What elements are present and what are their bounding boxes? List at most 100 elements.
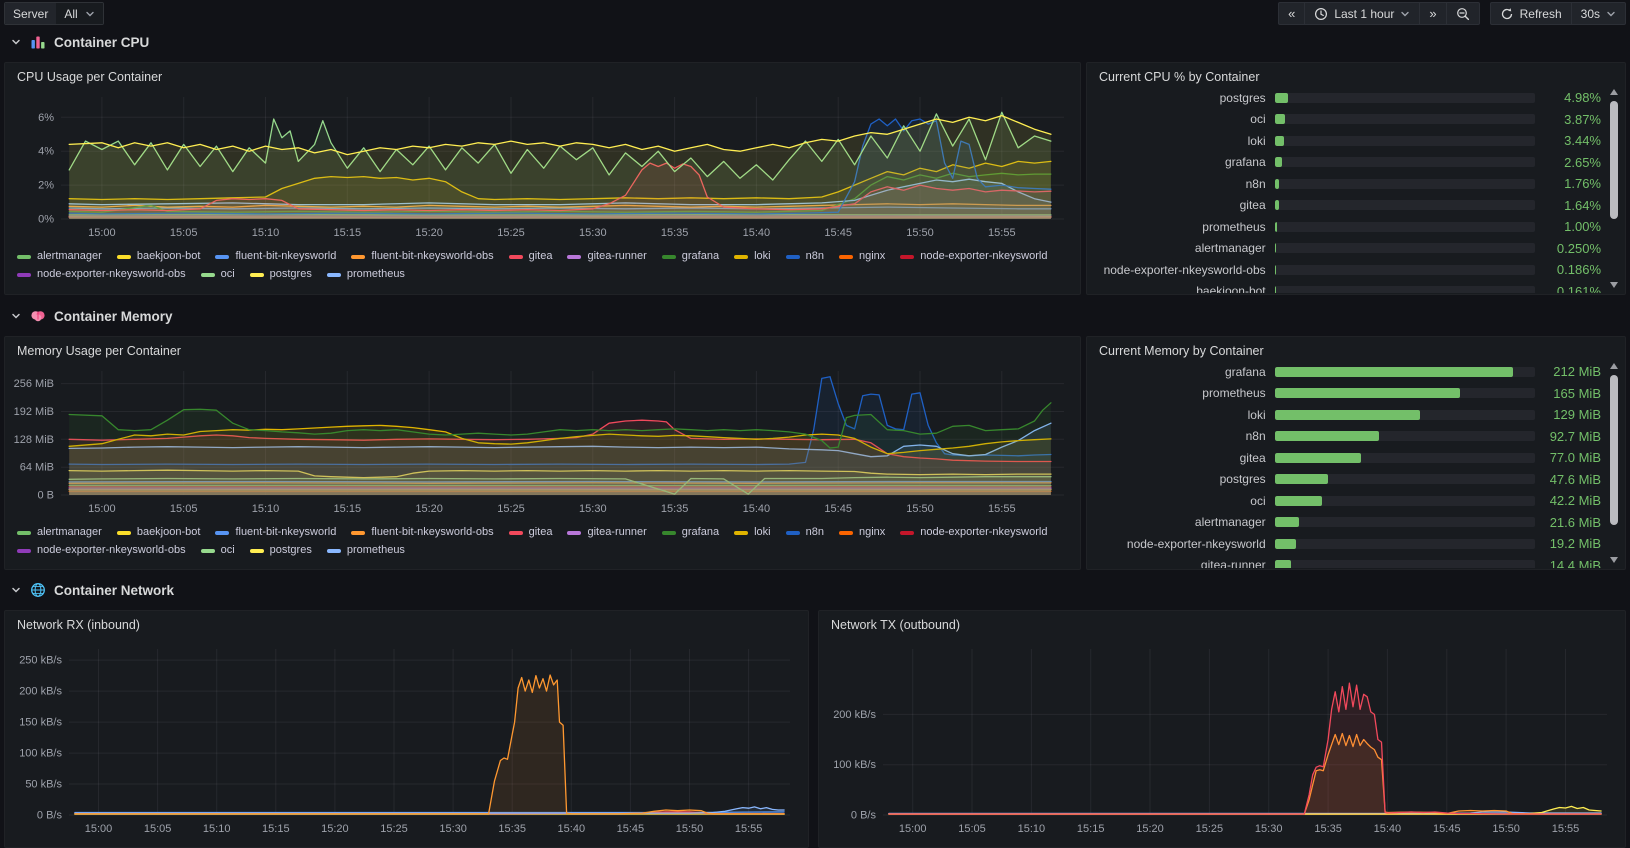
legend-item-oci[interactable]: oci <box>201 543 235 558</box>
x-tick-label: 15:10 <box>203 823 231 835</box>
legend-item-fluent-bit-nkeysworld[interactable]: fluent-bit-nkeysworld <box>215 249 336 264</box>
legend-item-node-exporter-nkeysworld-obs[interactable]: node-exporter-nkeysworld-obs <box>17 543 186 558</box>
panel-title-network-tx[interactable]: Network TX (outbound) <box>831 618 960 632</box>
y-tick-label: 128 MiB <box>14 434 54 446</box>
gauge-row-alertmanager: alertmanager21.6 MiB <box>1095 512 1601 534</box>
time-shift-forward-button[interactable]: » <box>1419 2 1445 25</box>
panel-title-cpu-usage[interactable]: CPU Usage per Container <box>17 70 162 84</box>
x-tick-label: 15:45 <box>1433 823 1461 835</box>
scrollbar-thumb[interactable] <box>1610 101 1618 219</box>
legend-item-baekjoon-bot[interactable]: baekjoon-bot <box>117 249 201 264</box>
gauge-value: 14.4 MiB <box>1545 558 1601 568</box>
row-header-container-network[interactable]: Container Network <box>4 581 174 599</box>
panel-title-memory-gauge[interactable]: Current Memory by Container <box>1099 344 1264 358</box>
legend-item-nginx[interactable]: nginx <box>839 525 885 540</box>
server-variable-control[interactable]: Server All <box>4 2 104 25</box>
row-header-container-cpu[interactable]: Container CPU <box>4 33 149 51</box>
refresh-button[interactable]: Refresh <box>1490 2 1571 25</box>
legend-series-label: oci <box>221 267 235 282</box>
scroll-up-icon[interactable] <box>1610 363 1618 369</box>
legend-item-postgres[interactable]: postgres <box>250 543 312 558</box>
legend-item-grafana[interactable]: grafana <box>662 249 719 264</box>
legend-item-node-exporter-nkeysworld[interactable]: node-exporter-nkeysworld <box>900 525 1047 540</box>
gauge-row-label: n8n <box>1095 429 1266 443</box>
memory-gauge-scrollbar[interactable] <box>1608 363 1620 563</box>
scroll-up-icon[interactable] <box>1610 89 1618 95</box>
legend-item-node-exporter-nkeysworld-obs[interactable]: node-exporter-nkeysworld-obs <box>17 267 186 282</box>
clock-icon <box>1314 7 1328 21</box>
legend-item-loki[interactable]: loki <box>734 249 771 264</box>
zoom-out-time-button[interactable] <box>1446 2 1480 25</box>
legend-item-nginx[interactable]: nginx <box>839 249 885 264</box>
panel-title-network-rx[interactable]: Network RX (inbound) <box>17 618 140 632</box>
legend-item-gitea[interactable]: gitea <box>509 249 553 264</box>
gauge-row-label: grafana <box>1095 155 1266 169</box>
legend-item-fluent-bit-nkeysworld-obs[interactable]: fluent-bit-nkeysworld-obs <box>351 249 493 264</box>
cpu-gauge-rows: postgres4.98%oci3.87%loki3.44%grafana2.6… <box>1095 87 1601 293</box>
legend-series-swatch <box>509 255 523 259</box>
gauge-fill <box>1275 431 1379 441</box>
cpu-usage-chart[interactable]: 15:0015:0515:1015:1515:2015:2515:3015:35… <box>11 91 1074 243</box>
legend-item-gitea[interactable]: gitea <box>509 525 553 540</box>
panel-title-memory-usage[interactable]: Memory Usage per Container <box>17 344 181 358</box>
legend-item-prometheus[interactable]: prometheus <box>327 267 405 282</box>
gauge-fill <box>1275 517 1299 527</box>
legend-item-alertmanager[interactable]: alertmanager <box>17 525 102 540</box>
server-variable-dropdown[interactable]: All <box>56 3 102 24</box>
time-range-picker-button[interactable]: Last 1 hour <box>1304 2 1419 25</box>
legend-series-swatch <box>327 549 341 553</box>
gauge-row-node-exporter-nkeysworld: node-exporter-nkeysworld19.2 MiB <box>1095 533 1601 555</box>
double-right-arrow-icon: » <box>1429 7 1436 20</box>
cpu-gauge-scrollbar[interactable] <box>1608 89 1620 288</box>
network-tx-chart[interactable]: 15:0015:0515:1015:1515:2015:2515:3015:35… <box>825 641 1619 841</box>
legend-item-gitea-runner[interactable]: gitea-runner <box>567 249 646 264</box>
refresh-interval-dropdown[interactable]: 30s <box>1571 2 1626 25</box>
gauge-fill <box>1275 136 1284 146</box>
gauge-track <box>1275 410 1536 420</box>
legend-series-swatch <box>786 255 800 259</box>
x-tick-label: 15:05 <box>170 227 198 239</box>
y-tick-label: 64 MiB <box>20 462 54 474</box>
time-shift-back-button[interactable]: « <box>1278 2 1304 25</box>
legend-item-oci[interactable]: oci <box>201 267 235 282</box>
legend-item-fluent-bit-nkeysworld[interactable]: fluent-bit-nkeysworld <box>215 525 336 540</box>
x-tick-label: 15:05 <box>144 823 172 835</box>
legend-item-alertmanager[interactable]: alertmanager <box>17 249 102 264</box>
scrollbar-thumb[interactable] <box>1610 375 1618 525</box>
network-rx-chart[interactable]: 15:0015:0515:1015:1515:2015:2515:3015:35… <box>11 641 802 841</box>
legend-item-fluent-bit-nkeysworld-obs[interactable]: fluent-bit-nkeysworld-obs <box>351 525 493 540</box>
legend-item-baekjoon-bot[interactable]: baekjoon-bot <box>117 525 201 540</box>
gauge-row-grafana: grafana212 MiB <box>1095 361 1601 383</box>
legend-series-swatch <box>734 531 748 535</box>
gauge-track <box>1275 453 1536 463</box>
legend-item-node-exporter-nkeysworld[interactable]: node-exporter-nkeysworld <box>900 249 1047 264</box>
legend-item-prometheus[interactable]: prometheus <box>327 543 405 558</box>
row-header-container-memory[interactable]: Container Memory <box>4 307 173 325</box>
scroll-down-icon[interactable] <box>1610 557 1618 563</box>
x-tick-label: 15:15 <box>1077 823 1105 835</box>
gauge-row-label: gitea <box>1095 198 1266 212</box>
x-tick-label: 15:50 <box>1492 823 1520 835</box>
y-tick-label: 4% <box>38 146 54 158</box>
legend-series-swatch <box>839 255 853 259</box>
legend-item-grafana[interactable]: grafana <box>662 525 719 540</box>
series-area-nginx <box>889 734 1601 816</box>
refresh-icon <box>1500 7 1514 21</box>
gauge-track <box>1275 114 1536 124</box>
gauge-row-label: prometheus <box>1095 220 1266 234</box>
legend-series-swatch <box>351 531 365 535</box>
gauge-fill <box>1275 243 1276 253</box>
legend-item-n8n[interactable]: n8n <box>786 249 824 264</box>
legend-item-gitea-runner[interactable]: gitea-runner <box>567 525 646 540</box>
gauge-fill <box>1275 560 1291 568</box>
legend-series-swatch <box>201 273 215 277</box>
legend-item-n8n[interactable]: n8n <box>786 525 824 540</box>
scroll-down-icon[interactable] <box>1610 282 1618 288</box>
legend-item-loki[interactable]: loki <box>734 525 771 540</box>
memory-usage-chart[interactable]: 15:0015:0515:1015:1515:2015:2515:3015:35… <box>11 365 1074 519</box>
x-tick-label: 15:05 <box>170 503 198 515</box>
panel-title-cpu-gauge[interactable]: Current CPU % by Container <box>1099 70 1259 84</box>
legend-item-postgres[interactable]: postgres <box>250 267 312 282</box>
y-tick-label: 0 B <box>37 490 54 502</box>
gauge-row-baekjoon-bot: baekjoon-bot0.161% <box>1095 281 1601 294</box>
